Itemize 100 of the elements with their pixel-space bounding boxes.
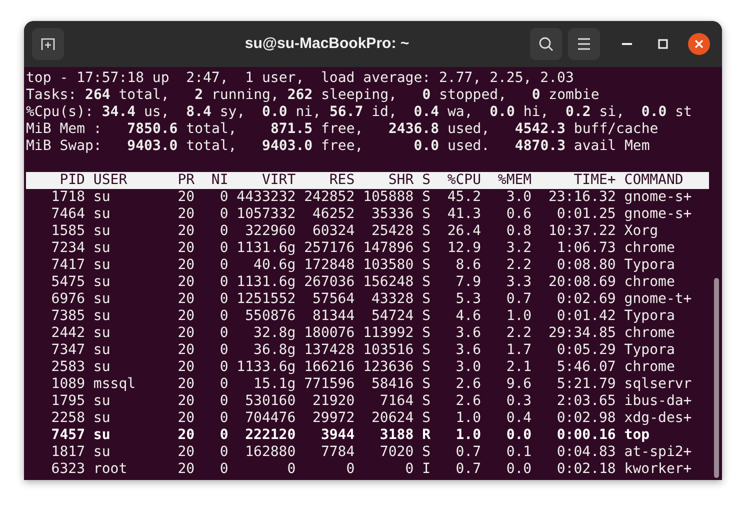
- table-cell-text: ibus-da+: [624, 393, 693, 410]
- table-cell: 166216: [304, 359, 355, 376]
- column-header: %MEM: [496, 172, 532, 189]
- table-cell: 103516: [363, 342, 414, 359]
- table-cell-text: 0: [218, 206, 228, 223]
- column-header: PR: [176, 172, 195, 189]
- table-cell-text: 20: [176, 240, 195, 257]
- table-cell-text: 0: [218, 189, 228, 206]
- table-cell: 172848: [304, 257, 355, 274]
- summary-line: Tasks: 264 total, 2 running, 262 sleeping, 0 stopped, 0 zombie: [26, 87, 600, 104]
- table-cell-text: 20: [176, 257, 195, 274]
- table-cell: 113992: [363, 325, 414, 342]
- table-cell: 105888: [363, 189, 414, 206]
- table-cell-text: mssql: [93, 376, 137, 393]
- menu-button[interactable]: [568, 28, 600, 60]
- table-cell-text: 20: [176, 206, 195, 223]
- column-header: RES: [328, 172, 355, 189]
- table-cell-text: 1795: [50, 393, 85, 410]
- table-cell-text: 0:05.29: [556, 342, 616, 359]
- table-cell-text: Typora: [624, 308, 676, 325]
- table-cell-text: 35336: [370, 206, 414, 223]
- search-button[interactable]: [530, 28, 562, 60]
- table-cell-text: 3.0: [505, 189, 532, 206]
- table-cell-text: 20: [176, 427, 195, 444]
- table-cell-text: 0: [218, 308, 228, 325]
- table-cell-text: 7417: [50, 257, 85, 274]
- summary-line: MiB Swap: 9403.0 total, 9403.0 free, 0.0 used. 4870.3 avail Mem: [26, 138, 650, 155]
- table-cell-text: 2.6: [454, 393, 482, 410]
- table-cell-text: 15.1g: [252, 376, 296, 393]
- table-cell-text: 0: [218, 240, 228, 257]
- table-cell: S: [422, 206, 430, 223]
- table-cell-text: 3.6: [454, 325, 482, 342]
- table-cell-text: 0:02.69: [556, 291, 616, 308]
- table-cell: S: [422, 444, 430, 461]
- table-cell: 267036: [304, 274, 355, 291]
- table-cell: S: [422, 393, 430, 410]
- table-cell-text: 0: [218, 359, 228, 376]
- summary-line: MiB Mem : 7850.6 total, 871.5 free, 2436.8 used, 4542.3 buff/cache: [26, 121, 658, 138]
- table-cell-text: 0: [404, 461, 414, 478]
- column-header: NI: [210, 172, 228, 189]
- table-cell-text: su: [93, 308, 112, 325]
- table-cell-text: 0: [218, 274, 228, 291]
- table-cell-text: 7385: [50, 308, 85, 325]
- table-cell-text: 0.3: [505, 393, 532, 410]
- table-cell-text: 20: [176, 410, 195, 427]
- table-cell-text: 0:08.80: [556, 257, 616, 274]
- table-cell-text: 10:37.22: [547, 223, 616, 240]
- table-cell-text: 0: [218, 223, 228, 240]
- table-cell-text: at-spi2+: [624, 444, 693, 461]
- table-cell-text: 3188: [378, 427, 414, 444]
- table-cell-text: 20: [176, 325, 195, 342]
- table-cell-text: su: [93, 274, 112, 291]
- table-cell-text: 2.2: [505, 257, 532, 274]
- table-cell-text: 5475: [50, 274, 85, 291]
- table-cell-text: su: [93, 291, 112, 308]
- table-cell-text: 20: [176, 189, 195, 206]
- table-cell-text: 57564: [312, 291, 355, 308]
- table-cell-text: su: [93, 427, 112, 444]
- table-cell: S: [422, 291, 430, 308]
- table-cell-text: 0.8: [505, 223, 532, 240]
- new-tab-button[interactable]: [32, 28, 64, 60]
- table-cell-text: top: [624, 427, 651, 444]
- table-cell-text: chrome: [624, 359, 676, 376]
- table-cell: 1131.6g: [236, 274, 296, 291]
- table-cell-text: 7784: [320, 444, 355, 461]
- table-cell-text: 7347: [50, 342, 85, 359]
- table-cell-text: 550876: [244, 308, 296, 325]
- scrollbar[interactable]: [714, 278, 718, 478]
- table-cell: S: [422, 240, 430, 257]
- new-tab-icon: [40, 36, 56, 52]
- table-cell-text: 8.6: [454, 257, 482, 274]
- column-header: USER: [93, 172, 128, 189]
- table-cell-text: 20: [176, 223, 195, 240]
- table-cell-text: 2.1: [505, 359, 532, 376]
- table-cell-text: 1089: [50, 376, 85, 393]
- table-cell: 1057332: [236, 206, 296, 223]
- table-cell-text: 20: [176, 376, 195, 393]
- table-cell-text: chrome: [624, 325, 676, 342]
- table-cell: 123636: [363, 359, 414, 376]
- table-cell-text: su: [93, 393, 112, 410]
- table-cell-text: 0: [218, 376, 228, 393]
- column-header: %CPU: [446, 172, 482, 189]
- table-cell-text: 3.2: [505, 240, 532, 257]
- table-cell-text: 7020: [378, 444, 414, 461]
- table-cell: I: [422, 461, 430, 478]
- table-cell-text: 0: [218, 257, 228, 274]
- table-cell-text: 20: [176, 461, 195, 478]
- table-cell-text: su: [93, 206, 112, 223]
- table-cell: S: [422, 342, 430, 359]
- column-header: COMMAND: [624, 172, 684, 189]
- table-cell-text: 0.0: [505, 427, 532, 444]
- table-cell: S: [422, 325, 430, 342]
- table-cell-text: 0.6: [505, 206, 532, 223]
- table-cell-text: 5:21.79: [556, 376, 616, 393]
- table-cell-text: 3.0: [454, 359, 482, 376]
- table-cell-text: chrome: [624, 240, 676, 257]
- table-cell-text: 1817: [50, 444, 85, 461]
- table-cell-text: 43328: [370, 291, 414, 308]
- table-cell-text: su: [93, 257, 112, 274]
- table-cell-text: 0: [218, 461, 228, 478]
